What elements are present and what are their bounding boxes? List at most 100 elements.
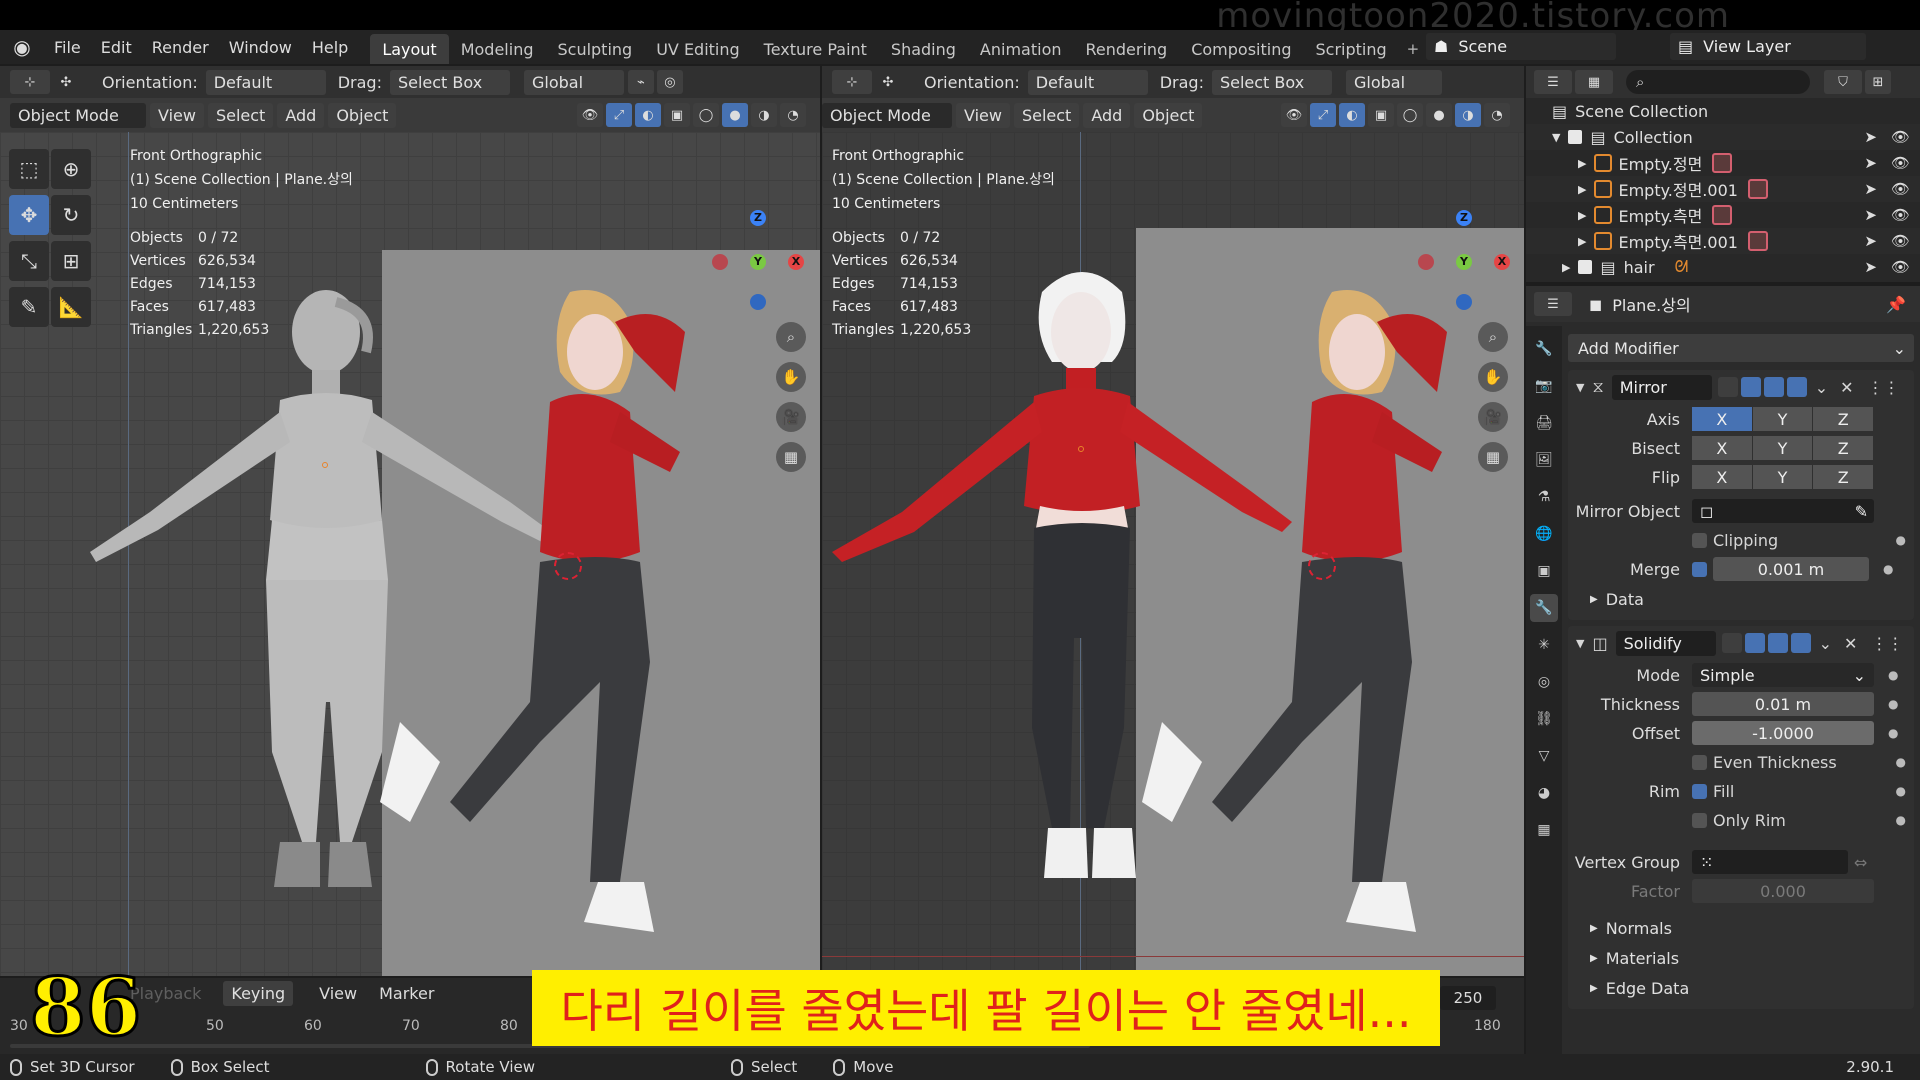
menu-file[interactable]: File bbox=[44, 38, 91, 57]
even-thickness-checkbox[interactable] bbox=[1692, 754, 1707, 770]
flip-x-toggle[interactable]: X bbox=[1692, 465, 1752, 489]
marker-menu[interactable]: Marker bbox=[379, 984, 434, 1003]
add-workspace-icon[interactable]: + bbox=[1399, 34, 1428, 64]
outliner-row[interactable]: ▶ ▤ hair ᘛ ➤ 👁 bbox=[1526, 254, 1920, 280]
flip-y-toggle[interactable]: Y bbox=[1752, 465, 1813, 489]
render-tab-icon[interactable]: 📷 bbox=[1530, 372, 1558, 400]
ortho-grid-icon[interactable]: ▦ bbox=[1478, 442, 1508, 472]
eye-icon[interactable]: 👁 bbox=[1891, 128, 1910, 146]
3d-cursor-icon[interactable] bbox=[554, 552, 582, 580]
transform-orientation-dropdown[interactable]: Global bbox=[523, 69, 624, 95]
tab-sculpting[interactable]: Sculpting bbox=[545, 34, 644, 64]
chevron-down-icon[interactable]: ▼ bbox=[1576, 381, 1584, 394]
world-tab-icon[interactable]: 🌐 bbox=[1530, 520, 1558, 548]
solidify-modifier-header[interactable]: ▼ ◫ Solidify ⌄ ✕ ⋮⋮ bbox=[1568, 626, 1914, 660]
xray-icon[interactable]: ▣ bbox=[664, 103, 690, 127]
data-tab-icon[interactable]: ▽ bbox=[1530, 742, 1558, 770]
tool-tab-icon[interactable]: 🔧 bbox=[1530, 335, 1558, 363]
editor-type-icon[interactable]: ⊹ bbox=[832, 70, 872, 94]
tab-scripting[interactable]: Scripting bbox=[1304, 34, 1399, 64]
filter-icon[interactable]: ⛉ bbox=[1824, 70, 1862, 94]
gizmo-toggle-icon[interactable]: ⤢ bbox=[606, 103, 632, 127]
eye-icon[interactable]: 👁 bbox=[1891, 258, 1910, 276]
view-layer-selector[interactable]: ▤ View Layer bbox=[1670, 33, 1866, 60]
material-shading-icon[interactable]: ◑ bbox=[751, 103, 777, 127]
gizmo-x[interactable]: X bbox=[1494, 254, 1510, 270]
tab-modeling[interactable]: Modeling bbox=[449, 34, 546, 64]
gizmo-neg-z[interactable] bbox=[1456, 294, 1472, 310]
tab-texture-paint[interactable]: Texture Paint bbox=[752, 34, 879, 64]
zoom-icon[interactable]: ⌕ bbox=[1478, 322, 1508, 352]
rotate-tool-icon[interactable]: ↻ bbox=[51, 195, 91, 235]
chevron-right-icon[interactable]: ▶ bbox=[1578, 157, 1586, 170]
bisect-x-toggle[interactable]: X bbox=[1692, 436, 1752, 460]
overlay-toggle-icon[interactable]: ◐ bbox=[1339, 103, 1365, 127]
texture-tab-icon[interactable]: ▦ bbox=[1530, 816, 1558, 844]
object-tab-icon[interactable]: ▣ bbox=[1530, 557, 1558, 585]
realtime-display-icon[interactable] bbox=[1767, 633, 1788, 653]
keying-menu[interactable]: Keying bbox=[223, 980, 294, 1006]
rendered-shading-icon[interactable]: ◔ bbox=[1484, 103, 1510, 127]
merge-checkbox[interactable] bbox=[1692, 561, 1707, 577]
select-arrow-icon[interactable]: ➤ bbox=[1864, 180, 1877, 198]
chevron-down-icon[interactable]: ⌄ bbox=[1819, 634, 1832, 653]
object-menu[interactable]: Object bbox=[1134, 102, 1203, 128]
eye-icon[interactable]: 👁 bbox=[1891, 232, 1910, 250]
select-box-tool-icon[interactable]: ⬚ bbox=[9, 149, 49, 189]
scale-tool-icon[interactable]: ⤡ bbox=[9, 241, 49, 281]
visibility-icon[interactable]: 👁 bbox=[1281, 103, 1307, 127]
zoom-icon[interactable]: ⌕ bbox=[776, 322, 806, 352]
camera-icon[interactable]: 🎥 bbox=[776, 402, 806, 432]
axis-z-toggle[interactable]: Z bbox=[1813, 407, 1874, 431]
keyframe-dot-icon[interactable]: ● bbox=[1888, 668, 1898, 682]
orientation-dropdown[interactable]: Default bbox=[1027, 69, 1148, 95]
flip-z-toggle[interactable]: Z bbox=[1813, 465, 1874, 489]
viewport-canvas-left[interactable] bbox=[0, 132, 820, 976]
measure-tool-icon[interactable]: 📐 bbox=[51, 287, 91, 327]
mirror-object-field[interactable]: ◻ ✎ bbox=[1692, 499, 1874, 523]
chevron-right-icon[interactable]: ▶ bbox=[1578, 235, 1586, 248]
rendered-shading-icon[interactable]: ◔ bbox=[780, 103, 806, 127]
view-layer-tab-icon[interactable]: 🖼 bbox=[1530, 446, 1558, 474]
menu-render[interactable]: Render bbox=[142, 38, 219, 57]
solidify-name-field[interactable]: Solidify bbox=[1615, 630, 1716, 656]
invert-icon[interactable]: ⇔ bbox=[1854, 853, 1867, 872]
axis-x-toggle[interactable]: X bbox=[1692, 407, 1752, 431]
viewport-left[interactable]: ⊹ ✣ Orientation: Default Drag: Select Bo… bbox=[0, 66, 820, 976]
scene-tab-icon[interactable]: ⚗ bbox=[1530, 483, 1558, 511]
axis-y-toggle[interactable]: Y bbox=[1752, 407, 1813, 431]
select-arrow-icon[interactable]: ➤ bbox=[1864, 154, 1877, 172]
edit-mode-icon[interactable] bbox=[1721, 633, 1742, 653]
pin-icon[interactable]: 📌 bbox=[1886, 295, 1906, 314]
add-menu[interactable]: Add bbox=[277, 102, 325, 128]
drag-dropdown[interactable]: Select Box bbox=[389, 69, 510, 95]
on-cage-icon[interactable] bbox=[1744, 633, 1765, 653]
wireframe-shading-icon[interactable]: ◯ bbox=[693, 103, 719, 127]
only-rim-checkbox[interactable] bbox=[1692, 812, 1707, 828]
modifier-tab-icon[interactable]: 🔧 bbox=[1530, 594, 1558, 622]
object-mode-dropdown[interactable]: Object Mode bbox=[822, 102, 952, 128]
scene-selector[interactable]: ☗ Scene bbox=[1426, 33, 1616, 60]
keyframe-dot-icon[interactable]: ● bbox=[1888, 697, 1898, 711]
clipping-checkbox[interactable] bbox=[1692, 532, 1707, 548]
proportional-edit-icon[interactable]: ◎ bbox=[656, 70, 683, 94]
gizmo-neg-x[interactable] bbox=[712, 254, 728, 270]
edit-mode-icon[interactable] bbox=[1717, 377, 1738, 397]
tab-shading[interactable]: Shading bbox=[879, 34, 968, 64]
outliner-row[interactable]: ▼ ▤ Collection ➤ 👁 bbox=[1526, 124, 1920, 150]
eye-icon[interactable]: 👁 bbox=[1891, 154, 1910, 172]
object-mode-dropdown[interactable]: Object Mode bbox=[10, 102, 146, 128]
tab-uv-editing[interactable]: UV Editing bbox=[644, 34, 751, 64]
transform-orientation-dropdown[interactable]: Global bbox=[1345, 69, 1442, 95]
merge-distance-field[interactable]: 0.001 m bbox=[1713, 557, 1869, 581]
eye-icon[interactable]: 👁 bbox=[1891, 180, 1910, 198]
drag-dropdown[interactable]: Select Box bbox=[1211, 69, 1332, 95]
tab-rendering[interactable]: Rendering bbox=[1074, 34, 1180, 64]
select-menu[interactable]: Select bbox=[207, 102, 274, 128]
on-cage-icon[interactable] bbox=[1740, 377, 1761, 397]
chevron-right-icon[interactable]: ▶ bbox=[1578, 183, 1586, 196]
pan-hand-icon[interactable]: ✋ bbox=[1478, 362, 1508, 392]
menu-window[interactable]: Window bbox=[219, 38, 302, 57]
material-shading-icon[interactable]: ◑ bbox=[1455, 103, 1481, 127]
chevron-right-icon[interactable]: ▶ bbox=[1578, 209, 1586, 222]
